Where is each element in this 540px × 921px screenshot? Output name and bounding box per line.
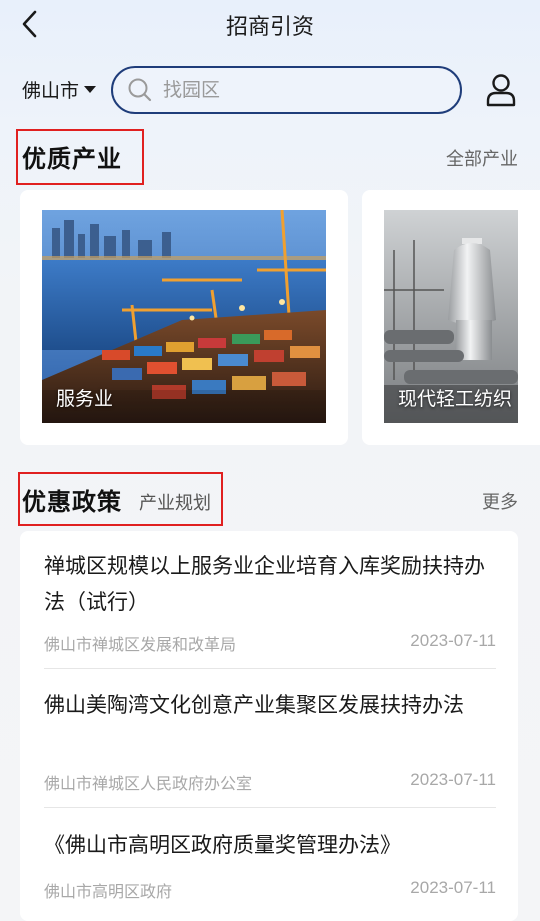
- search-box[interactable]: [111, 66, 462, 114]
- policy-date: 2023-07-11: [410, 770, 496, 789]
- policy-date: 2023-07-11: [410, 631, 496, 650]
- policy-source: 佛山市禅城区人民政府办公室: [44, 774, 253, 793]
- policy-list: 禅城区规模以上服务业企业培育入库奖励扶持办法（试行） 佛山市禅城区发展和改革局 …: [20, 531, 518, 921]
- list-item[interactable]: 佛山美陶湾文化创意产业集聚区发展扶持办法: [44, 687, 496, 723]
- policy-title: 《佛山市高明区政府质量奖管理办法》: [44, 833, 401, 857]
- city-label: 佛山市: [22, 80, 80, 102]
- policy-title: 佛山美陶湾文化创意产业集聚区发展扶持办法: [44, 693, 464, 717]
- tab-industry-planning[interactable]: 产业规划: [139, 489, 211, 515]
- divider: [44, 668, 496, 669]
- divider: [44, 807, 496, 808]
- policy-meta: 佛山市禅城区发展和改革局 2023-07-11: [44, 631, 496, 655]
- policies-section-header: 优惠政策 产业规划 更多: [0, 472, 540, 528]
- industries-title: 优质产业: [22, 145, 122, 173]
- tab-policies[interactable]: 优惠政策: [22, 482, 122, 517]
- industry-label: 服务业: [56, 388, 114, 410]
- user-button[interactable]: [484, 72, 518, 108]
- search-input[interactable]: [163, 79, 423, 101]
- industry-image: 现代轻工纺织: [384, 210, 518, 423]
- policy-meta: 佛山市高明区政府 2023-07-11: [44, 878, 496, 902]
- industry-carousel[interactable]: 服务业 现代轻工纺织: [0, 190, 540, 445]
- policy-date: 2023-07-11: [410, 878, 496, 897]
- industries-section-header: 优质产业 全部产业: [0, 128, 540, 186]
- more-policies-link[interactable]: 更多: [482, 488, 518, 514]
- policy-meta: 佛山市禅城区人民政府办公室 2023-07-11: [44, 770, 496, 794]
- all-industries-link[interactable]: 全部产业: [446, 145, 518, 171]
- list-item[interactable]: 禅城区规模以上服务业企业培育入库奖励扶持办法（试行）: [44, 548, 496, 620]
- list-item[interactable]: 《佛山市高明区政府质量奖管理办法》: [44, 827, 496, 863]
- user-icon: [486, 74, 516, 107]
- policy-source: 佛山市禅城区发展和改革局: [44, 635, 237, 654]
- industry-label: 现代轻工纺织: [398, 388, 513, 410]
- page-title: 招商引资: [225, 15, 314, 40]
- search-icon: [128, 78, 152, 102]
- top-nav-bar: 招商引资: [0, 0, 540, 50]
- city-selector[interactable]: 佛山市: [22, 76, 97, 103]
- industry-card[interactable]: 现代轻工纺织: [362, 190, 540, 445]
- industry-card[interactable]: 服务业: [20, 190, 348, 445]
- industry-image: 服务业: [42, 210, 326, 423]
- search-row: 佛山市: [0, 64, 540, 116]
- caret-down-icon: [84, 86, 97, 93]
- policy-source: 佛山市高明区政府: [44, 882, 173, 901]
- policy-title: 禅城区规模以上服务业企业培育入库奖励扶持办法（试行）: [44, 554, 485, 614]
